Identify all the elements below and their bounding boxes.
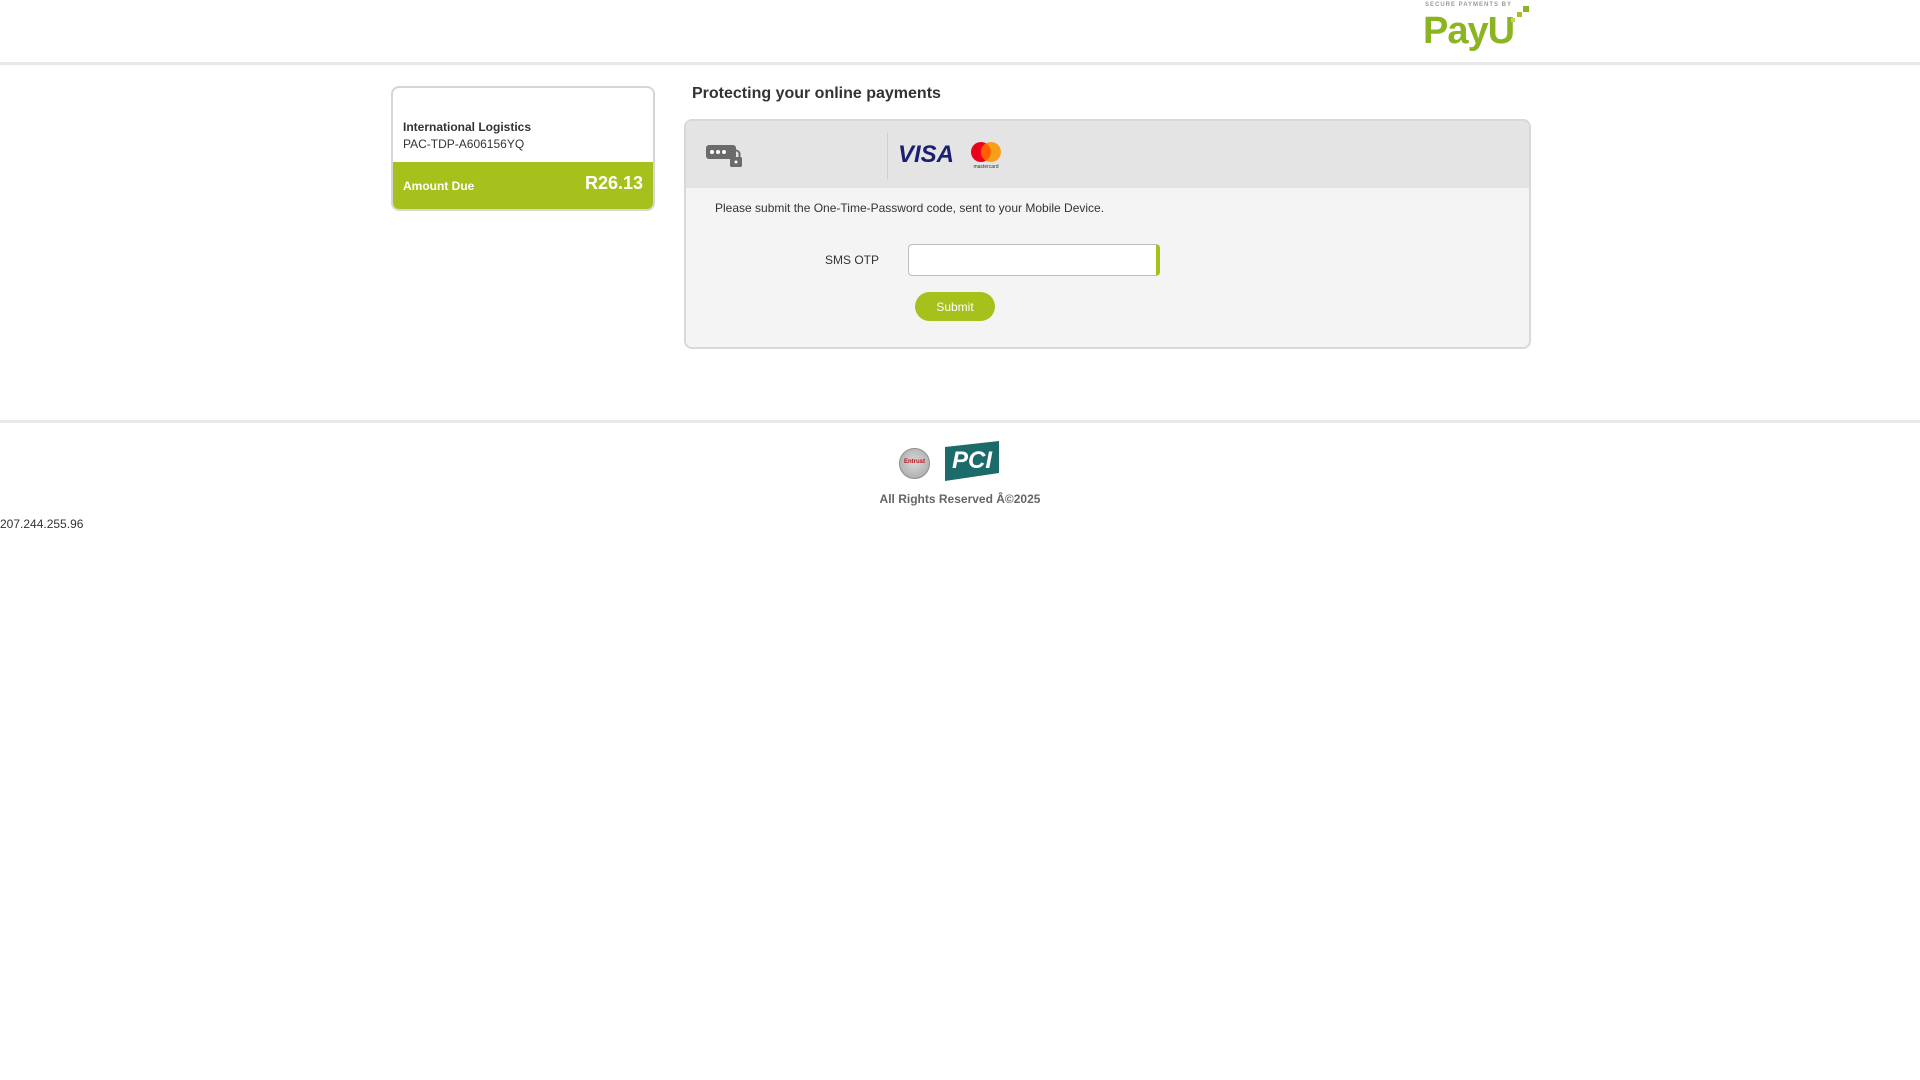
panel-header: VISA mastercard — [686, 121, 1529, 188]
page-header: SECURE PAYMENTS BY PayU — [0, 0, 1920, 65]
sms-otp-input[interactable] — [908, 244, 1160, 276]
pci-logo-text: PCI — [952, 447, 993, 474]
payu-tagline: SECURE PAYMENTS BY — [1425, 2, 1513, 8]
amount-due-value: R26.13 — [584, 173, 643, 193]
submit-button[interactable]: Submit — [915, 292, 995, 321]
page-title: Protecting your online payments — [692, 85, 941, 102]
otp-panel: VISA mastercard Please submit the One-Ti… — [684, 119, 1531, 349]
payu-wordmark: PayU — [1423, 10, 1515, 52]
entrust-seal-text: Entrust — [904, 459, 925, 465]
copyright-text: All Rights Reserved Â©2025 — [879, 492, 1041, 506]
otp-instruction: Please submit the One-Time-Password code… — [715, 201, 1105, 215]
header-divider — [887, 133, 888, 179]
visa-logo: VISA — [898, 141, 955, 168]
footer-divider — [0, 420, 1920, 423]
payu-logo: SECURE PAYMENTS BY PayU — [1423, 2, 1533, 58]
mastercard-logo: mastercard — [971, 142, 1001, 169]
mastercard-wordmark: mastercard — [973, 164, 998, 169]
merchant-name: International Logistics — [403, 120, 532, 134]
payu-dots-icon — [1511, 6, 1529, 22]
pci-logo: PCI — [945, 441, 999, 481]
merchant-card: International Logistics PAC-TDP-A606156Y… — [391, 86, 655, 211]
merchant-reference: PAC-TDP-A606156YQ — [403, 137, 525, 151]
amount-due-label: Amount Due — [403, 179, 475, 193]
sms-otp-label: SMS OTP — [825, 253, 880, 267]
entrust-seal-icon: Entrust — [899, 448, 930, 479]
password-lock-icon — [706, 145, 742, 167]
ip-address: 207.244.255.96 — [0, 517, 84, 531]
amount-due-bar: Amount Due R26.13 — [393, 162, 653, 209]
